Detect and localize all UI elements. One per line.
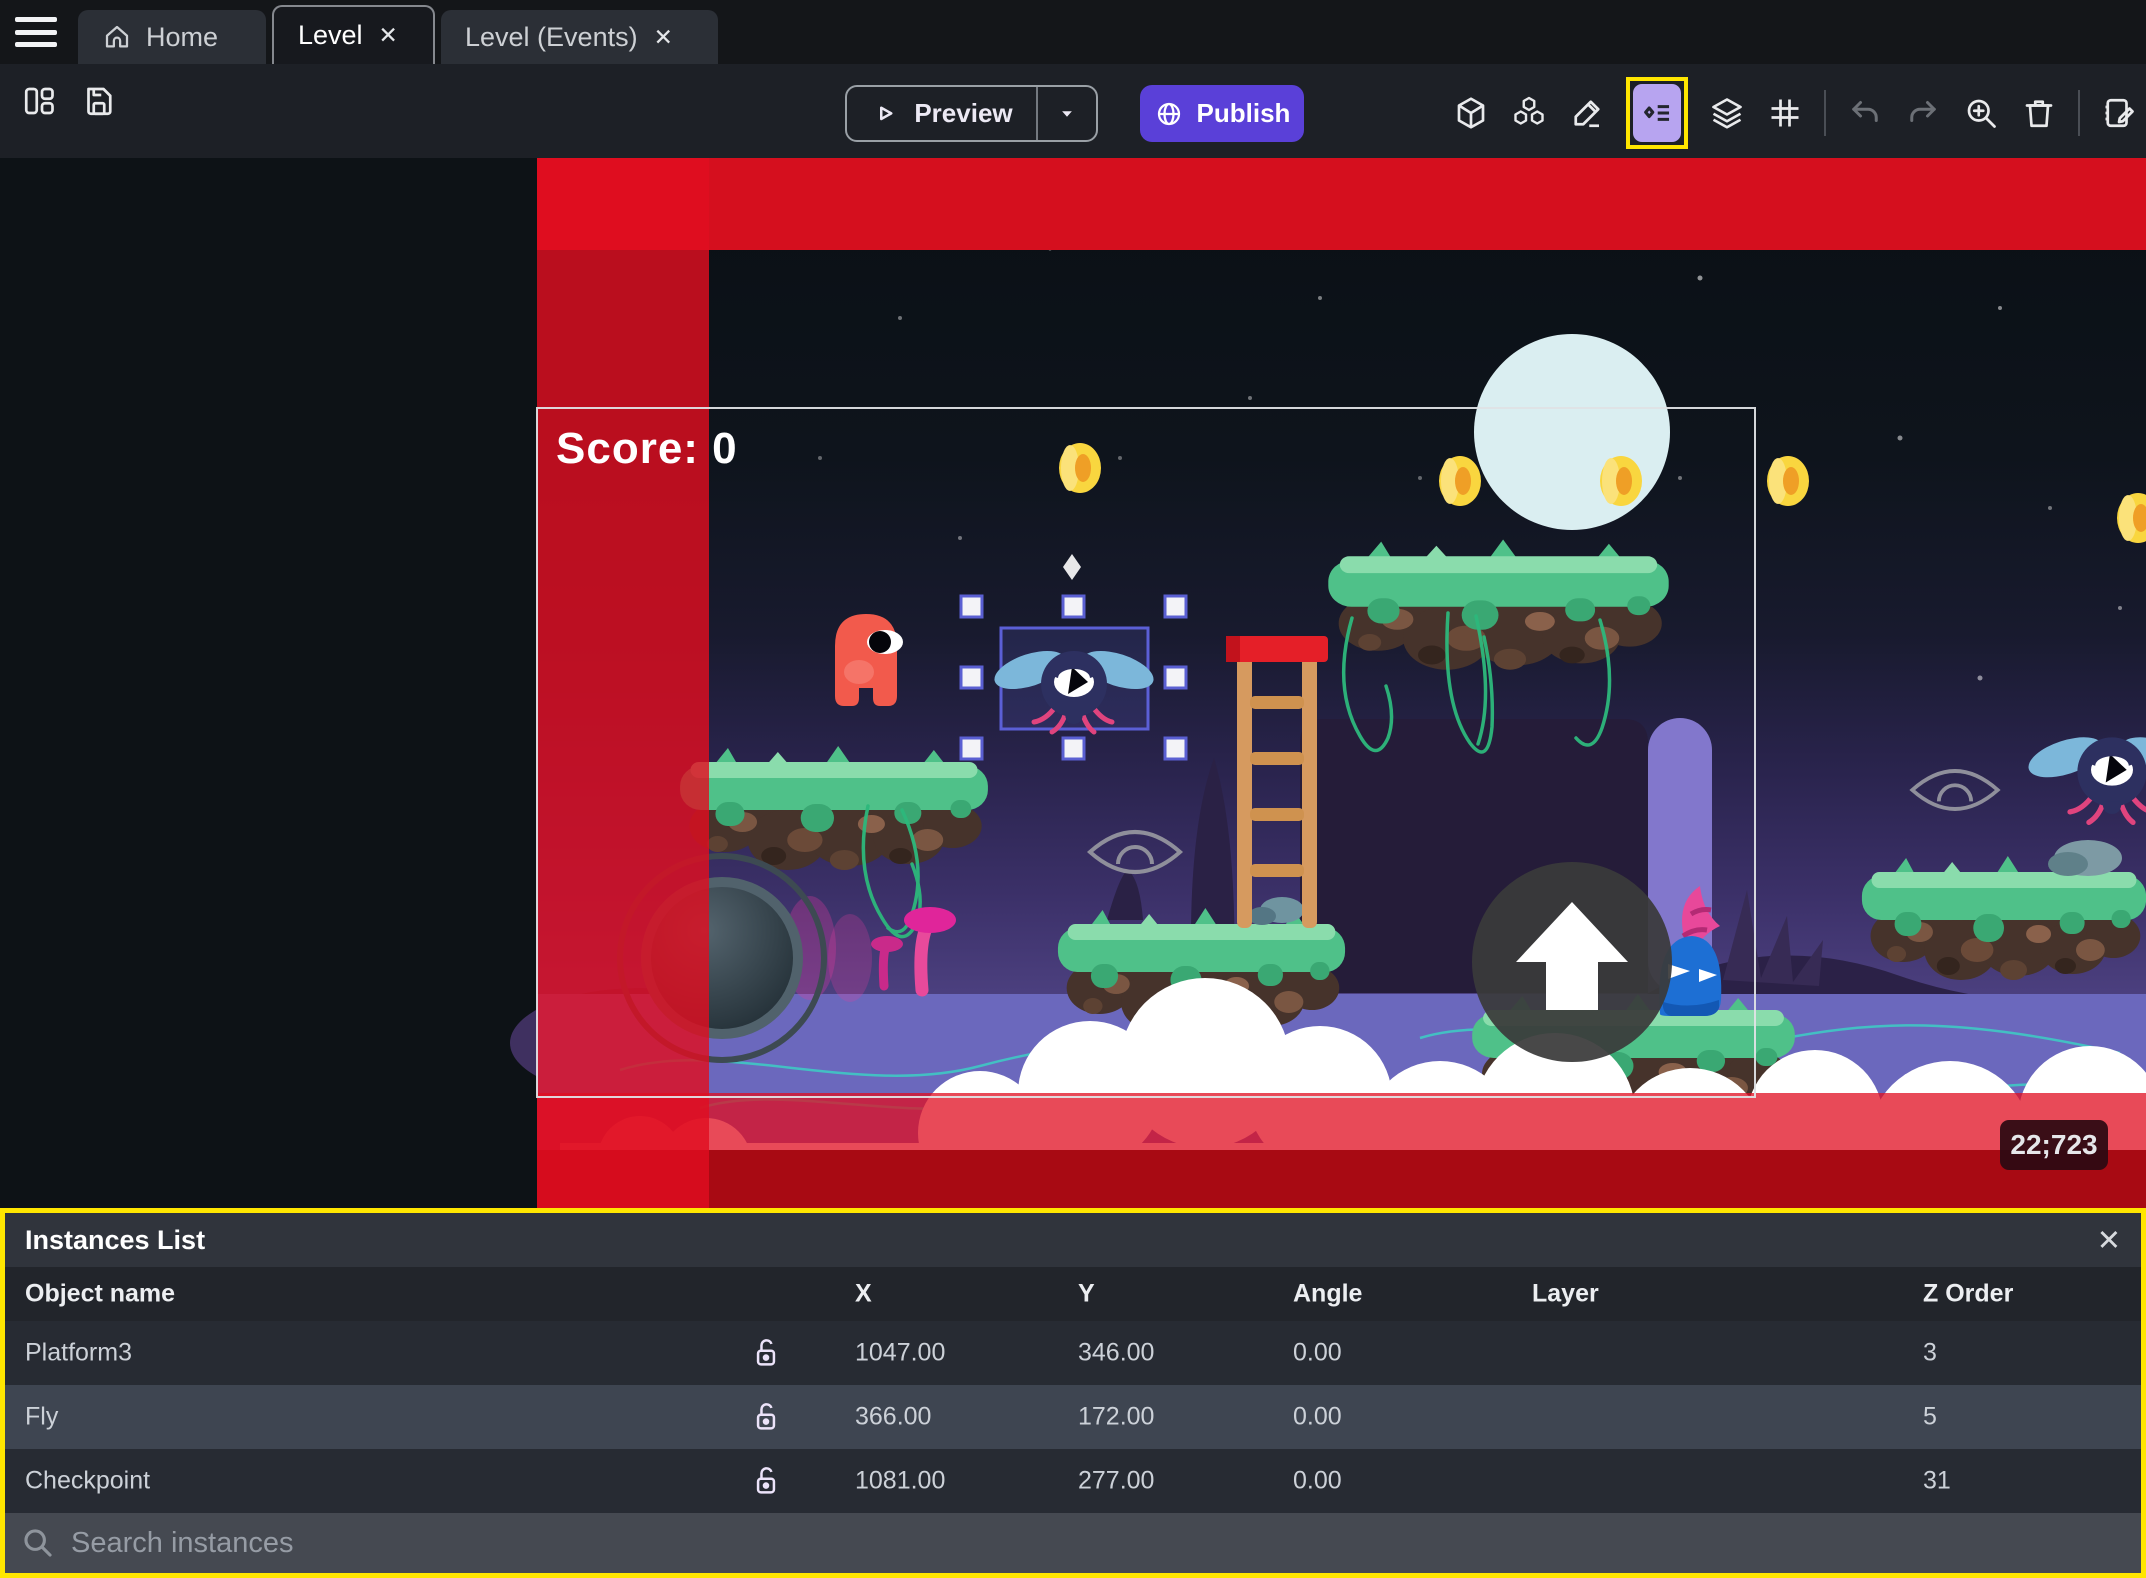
table-row-checkpoint[interactable]: Checkpoint 1081.00 277.00 0.00 31 bbox=[5, 1449, 2141, 1513]
instance-z: 3 bbox=[1923, 1338, 1937, 1367]
publish-label: Publish bbox=[1196, 98, 1291, 128]
table-row-fly[interactable]: Fly 366.00 172.00 0.00 5 bbox=[5, 1385, 2141, 1449]
draw-edit-icon[interactable] bbox=[1568, 94, 1606, 132]
instances-list-panel: Instances List ✕ Object name X Y Angle L… bbox=[0, 1208, 2146, 1578]
instance-z: 31 bbox=[1923, 1466, 1951, 1495]
moon-decor bbox=[1474, 334, 1670, 530]
editor-toolbar: Preview Publish bbox=[0, 64, 2146, 158]
search-input[interactable] bbox=[69, 1525, 2125, 1561]
globe-icon bbox=[1157, 102, 1180, 125]
tab-level-events[interactable]: Level (Events) ✕ bbox=[441, 10, 718, 64]
score-text-object[interactable]: Score: 0 bbox=[556, 424, 738, 474]
instance-name: Platform3 bbox=[25, 1338, 132, 1367]
instance-x: 1081.00 bbox=[855, 1466, 946, 1495]
preview-options-dropdown[interactable] bbox=[1038, 101, 1096, 127]
instance-name: Checkpoint bbox=[25, 1466, 151, 1495]
column-object-name: Object name bbox=[25, 1279, 176, 1308]
zoom-in-icon[interactable] bbox=[1962, 94, 2000, 132]
close-tab-icon[interactable]: ✕ bbox=[652, 24, 675, 51]
instance-y: 346.00 bbox=[1078, 1338, 1155, 1367]
objects-group-icon[interactable] bbox=[1510, 94, 1548, 132]
cube-3d-icon[interactable] bbox=[1452, 94, 1490, 132]
instances-table-header: Object name X Y Angle Layer Z Order bbox=[5, 1267, 2141, 1321]
instances-list-highlight bbox=[1626, 77, 1688, 149]
column-angle: Angle bbox=[1293, 1279, 1363, 1308]
close-panel-icon[interactable]: ✕ bbox=[2097, 1223, 2121, 1258]
instance-x: 1047.00 bbox=[855, 1338, 946, 1367]
tab-home[interactable]: Home bbox=[78, 10, 266, 64]
table-row-platform3[interactable]: Platform3 1047.00 346.00 0.00 3 bbox=[5, 1321, 2141, 1385]
scene-canvas[interactable]: Score: 0 22;723 bbox=[0, 158, 2146, 1208]
publish-button[interactable]: Publish bbox=[1140, 85, 1304, 142]
grid-icon[interactable] bbox=[1766, 94, 1804, 132]
home-icon bbox=[102, 22, 132, 52]
play-icon bbox=[880, 106, 893, 120]
main-menu-button[interactable] bbox=[15, 13, 59, 51]
trash-icon[interactable] bbox=[2020, 94, 2058, 132]
lock-icon[interactable] bbox=[749, 1334, 783, 1372]
gdevelop-editor-window: Home Level ✕ Level (Events) ✕ Preview Pu… bbox=[0, 0, 2146, 1578]
panel-title: Instances List bbox=[25, 1224, 206, 1255]
close-tab-icon[interactable]: ✕ bbox=[377, 22, 400, 49]
column-x: X bbox=[855, 1279, 872, 1308]
search-icon bbox=[24, 1529, 52, 1557]
column-y: Y bbox=[1078, 1279, 1095, 1308]
instance-z: 5 bbox=[1923, 1402, 1937, 1431]
instance-angle: 0.00 bbox=[1293, 1338, 1342, 1367]
save-icon[interactable] bbox=[80, 82, 118, 120]
instance-y: 172.00 bbox=[1078, 1402, 1155, 1431]
cursor-coordinates-badge: 22;723 bbox=[2000, 1120, 2108, 1170]
tab-label: Home bbox=[146, 21, 219, 52]
preview-button[interactable]: Preview bbox=[845, 85, 1098, 142]
instance-y: 277.00 bbox=[1078, 1466, 1155, 1495]
redo-icon[interactable] bbox=[1904, 94, 1942, 132]
edit-scene-properties-icon[interactable] bbox=[2100, 94, 2138, 132]
undo-icon[interactable] bbox=[1846, 94, 1884, 132]
column-z-order: Z Order bbox=[1923, 1279, 2014, 1308]
tab-level[interactable]: Level ✕ bbox=[272, 5, 435, 64]
tab-label: Level (Events) bbox=[465, 21, 638, 52]
tab-label: Level bbox=[298, 20, 363, 50]
layers-icon[interactable] bbox=[1708, 94, 1746, 132]
instance-angle: 0.00 bbox=[1293, 1402, 1342, 1431]
layout-columns-icon[interactable] bbox=[20, 82, 58, 120]
instances-search-bar bbox=[5, 1513, 2141, 1573]
column-layer: Layer bbox=[1532, 1279, 1599, 1308]
instance-name: Fly bbox=[25, 1402, 59, 1431]
tab-bar: Home Level ✕ Level (Events) ✕ bbox=[0, 0, 2146, 64]
up-arrow-button-object[interactable] bbox=[1472, 862, 1672, 1062]
instance-x: 366.00 bbox=[855, 1402, 932, 1431]
preview-label: Preview bbox=[914, 98, 1013, 128]
editor-empty-area bbox=[0, 158, 537, 1208]
instances-list-icon[interactable] bbox=[1633, 84, 1681, 142]
chevron-down-icon bbox=[1062, 110, 1072, 117]
lock-icon[interactable] bbox=[749, 1398, 783, 1436]
instance-angle: 0.00 bbox=[1293, 1466, 1342, 1495]
lock-icon[interactable] bbox=[749, 1462, 783, 1500]
